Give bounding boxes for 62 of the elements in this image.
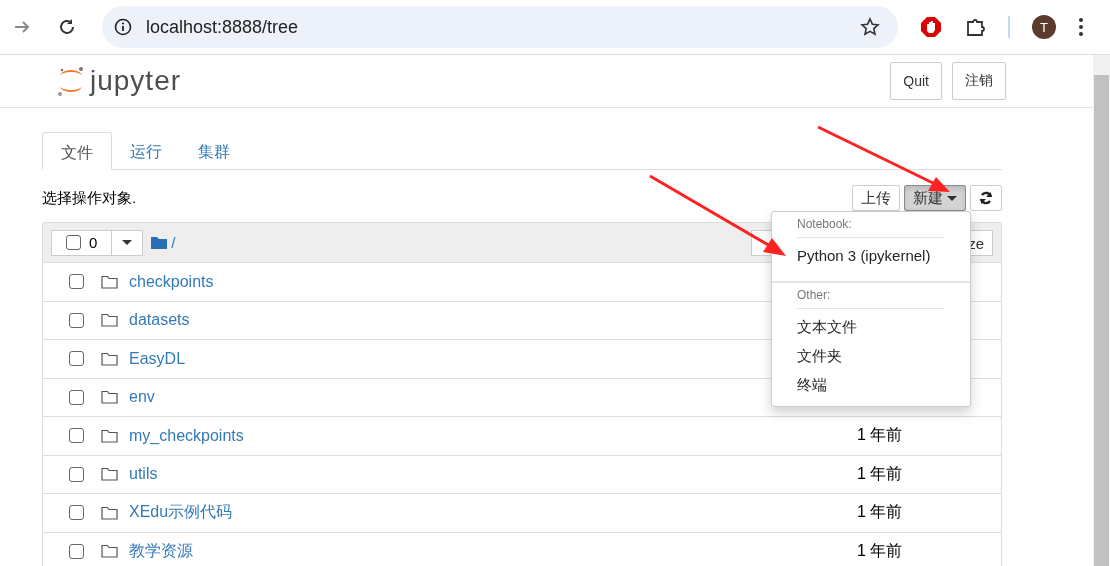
modified-time: 1 年前 (857, 540, 903, 561)
checkbox[interactable] (69, 428, 84, 444)
header-button[interactable]: Quit (890, 62, 942, 100)
folder-icon (101, 467, 118, 482)
menu-heading: Other: (796, 288, 832, 302)
stop-hand-icon[interactable] (920, 16, 942, 38)
modified-time: 1 年前 (857, 463, 903, 484)
tab[interactable]: 文件 (42, 132, 112, 170)
modified-time: 1 年前 (857, 502, 903, 523)
checkbox[interactable] (69, 351, 84, 367)
puzzle-icon[interactable] (964, 16, 986, 38)
tab[interactable]: 运行 (112, 132, 180, 169)
menu-icon[interactable] (1078, 17, 1084, 37)
select-dropdown-button[interactable] (112, 229, 144, 256)
info-icon[interactable] (114, 18, 132, 36)
checkbox[interactable] (66, 235, 81, 250)
checkbox[interactable] (69, 466, 84, 482)
folder-link[interactable]: 教学资源 (129, 540, 193, 562)
scrollbar[interactable] (1093, 55, 1110, 566)
refresh-icon (979, 191, 993, 205)
folder-link[interactable]: XEdu示例代码 (129, 502, 233, 524)
folder-icon (101, 274, 118, 289)
checkbox[interactable] (69, 274, 84, 290)
tab[interactable]: 集群 (180, 132, 248, 169)
folder-link[interactable]: datasets (129, 311, 190, 330)
header-button[interactable]: 注销 (952, 62, 1006, 100)
logo-text[interactable]: jupyter (90, 65, 182, 97)
folder-link[interactable]: env (129, 388, 155, 407)
menu-heading: Notebook: (796, 217, 853, 231)
upload-button[interactable]: 上传 (852, 185, 900, 211)
menu-item[interactable]: 文本文件 (772, 313, 970, 342)
hint-text: 选择操作对象. (42, 188, 137, 208)
checkbox[interactable] (69, 505, 84, 521)
folder-icon (101, 505, 118, 520)
star-icon[interactable] (860, 17, 880, 37)
jupyter-logo-icon (56, 64, 86, 98)
modified-time: 1 年前 (857, 425, 903, 446)
reload-icon[interactable] (57, 17, 77, 37)
folder-link[interactable]: checkpoints (129, 272, 214, 291)
folder-link[interactable]: EasyDL (129, 349, 186, 368)
folder-icon (101, 544, 118, 559)
folder-icon (101, 428, 118, 443)
folder-icon (151, 236, 168, 249)
folder-link[interactable]: utils (129, 465, 158, 484)
path-link[interactable]: / (171, 234, 176, 251)
folder-link[interactable]: my_checkpoints (129, 426, 244, 445)
refresh-button[interactable] (970, 185, 1002, 211)
folder-icon (101, 351, 118, 366)
checkbox[interactable] (69, 312, 84, 328)
folder-icon (101, 313, 118, 328)
menu-item[interactable]: 文件夹 (772, 342, 970, 371)
new-dropdown-button[interactable]: 新建 (904, 185, 966, 211)
folder-icon (101, 390, 118, 405)
checkbox[interactable] (69, 389, 84, 405)
address-bar[interactable]: localhost:8888/tree (102, 6, 898, 48)
url-text: localhost:8888/tree (146, 16, 300, 38)
menu-item[interactable]: Python 3 (ipykernel) (772, 242, 970, 269)
checkbox[interactable] (69, 543, 84, 559)
menu-item[interactable]: 终端 (772, 371, 970, 400)
profile-avatar[interactable]: T (1032, 15, 1056, 39)
select-all-button[interactable]: 0 (51, 229, 113, 256)
selected-count: 0 (89, 234, 98, 251)
